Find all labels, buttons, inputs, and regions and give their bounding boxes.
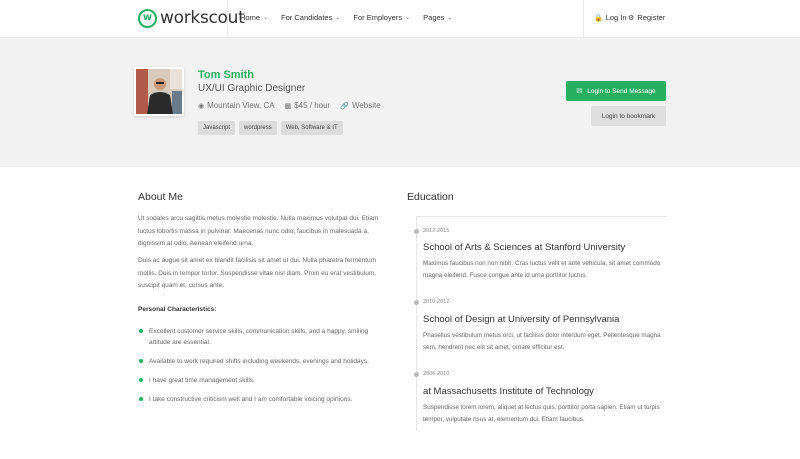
skill-tag: Web, Software & IT bbox=[280, 121, 343, 135]
nav-item-for-candidates[interactable]: For Candidates ⌄ bbox=[281, 13, 340, 22]
header-divider bbox=[583, 0, 584, 38]
chevron-down-icon: ⌄ bbox=[335, 15, 341, 21]
skill-tags: Javascript wordpress Web, Software & IT bbox=[198, 121, 347, 135]
list-item: Available to work required shifts includ… bbox=[138, 356, 383, 367]
education-school: School of Design at University of Pennsy… bbox=[423, 314, 620, 325]
website-link[interactable]: 🔗 Website bbox=[340, 101, 380, 110]
avatar bbox=[134, 67, 184, 116]
map-pin-icon: ◉ bbox=[198, 102, 205, 110]
characteristics-title: Personal Characteristics: bbox=[138, 306, 217, 313]
nav-item-home[interactable]: Home ⌄ bbox=[240, 13, 268, 22]
skill-tag: wordpress bbox=[239, 121, 277, 135]
education-years: 2012-2015 bbox=[423, 228, 450, 234]
characteristics-list: Excellent customer service skills, commu… bbox=[138, 326, 383, 413]
register-link[interactable]: ⚙ Register bbox=[628, 13, 665, 22]
chevron-down-icon: ⌄ bbox=[447, 15, 453, 21]
main-nav: Home ⌄ For Candidates ⌄ For Employers ⌄ Pag… bbox=[240, 13, 465, 22]
chevron-down-icon: ⌄ bbox=[263, 15, 269, 21]
education-description: Phasellus vestibulum metus orci, ut faci… bbox=[423, 332, 661, 351]
education-description: Suspendisse lorem lorem, aliquet at lect… bbox=[423, 404, 660, 423]
send-message-button[interactable]: ✉ Login to Send Message bbox=[566, 81, 666, 101]
bullet-icon bbox=[139, 329, 143, 333]
location: ◉ Mountain View, CA bbox=[198, 101, 275, 110]
hourly-rate: ▩ $45 / hour bbox=[284, 101, 331, 110]
timeline-line bbox=[416, 216, 417, 431]
about-paragraph: Ut sodales arcu sagittis metus molestie … bbox=[138, 215, 379, 247]
list-item: Excellent customer service skills, commu… bbox=[138, 326, 383, 348]
logo-mark-icon: w bbox=[138, 8, 157, 28]
education-title: Education bbox=[407, 191, 454, 203]
list-item: I take constructive criticism well and I… bbox=[138, 394, 383, 405]
bullet-icon bbox=[139, 378, 143, 382]
envelope-icon: ✉ bbox=[576, 88, 583, 95]
site-logo[interactable]: w workscout bbox=[138, 8, 245, 28]
skill-tag: Javascript bbox=[198, 121, 236, 135]
about-paragraph: Duis ac augue sit amet ex blandit facili… bbox=[138, 257, 377, 289]
education-description: Maximus faucibus non non nibh. Cras luct… bbox=[423, 260, 661, 279]
nav-item-pages[interactable]: Pages ⌄ bbox=[423, 13, 452, 22]
education-years: 2006-2010 bbox=[423, 371, 450, 377]
gear-icon: ⚙ bbox=[628, 14, 635, 22]
education-school: at Massachusetts Institute of Technology bbox=[423, 386, 594, 397]
list-item: I have great time management skills. bbox=[138, 375, 383, 386]
link-icon: 🔗 bbox=[340, 102, 349, 110]
timeline-dot bbox=[414, 300, 419, 305]
education-school: School of Arts & Sciences at Stanford Un… bbox=[423, 242, 626, 253]
bookmark-button[interactable]: Login to bookmark bbox=[591, 106, 666, 126]
profile-role: UX/UI Graphic Designer bbox=[198, 83, 306, 94]
about-title: About Me bbox=[138, 191, 183, 203]
profile-banner: Tom Smith UX/UI Graphic Designer ◉ Mounta… bbox=[0, 38, 800, 167]
divider bbox=[416, 216, 666, 217]
logo-text: workscout bbox=[160, 8, 245, 28]
timeline-dot bbox=[414, 372, 419, 377]
money-icon: ▩ bbox=[284, 102, 292, 110]
nav-item-for-employers[interactable]: For Employers ⌄ bbox=[353, 13, 410, 22]
bullet-icon bbox=[139, 397, 143, 401]
site-header: w workscout Home ⌄ For Candidates ⌄ For Em… bbox=[0, 0, 800, 38]
bullet-icon bbox=[139, 359, 143, 363]
education-years: 2010-2012 bbox=[423, 299, 450, 305]
header-divider bbox=[227, 0, 228, 38]
login-link[interactable]: 🔒 Log In bbox=[594, 13, 627, 22]
lock-icon: 🔒 bbox=[594, 14, 603, 22]
profile-name: Tom Smith bbox=[198, 69, 255, 81]
profile-meta: ◉ Mountain View, CA ▩ $45 / hour 🔗 Website bbox=[198, 101, 391, 110]
chevron-down-icon: ⌄ bbox=[405, 15, 411, 21]
timeline-dot bbox=[414, 229, 419, 234]
